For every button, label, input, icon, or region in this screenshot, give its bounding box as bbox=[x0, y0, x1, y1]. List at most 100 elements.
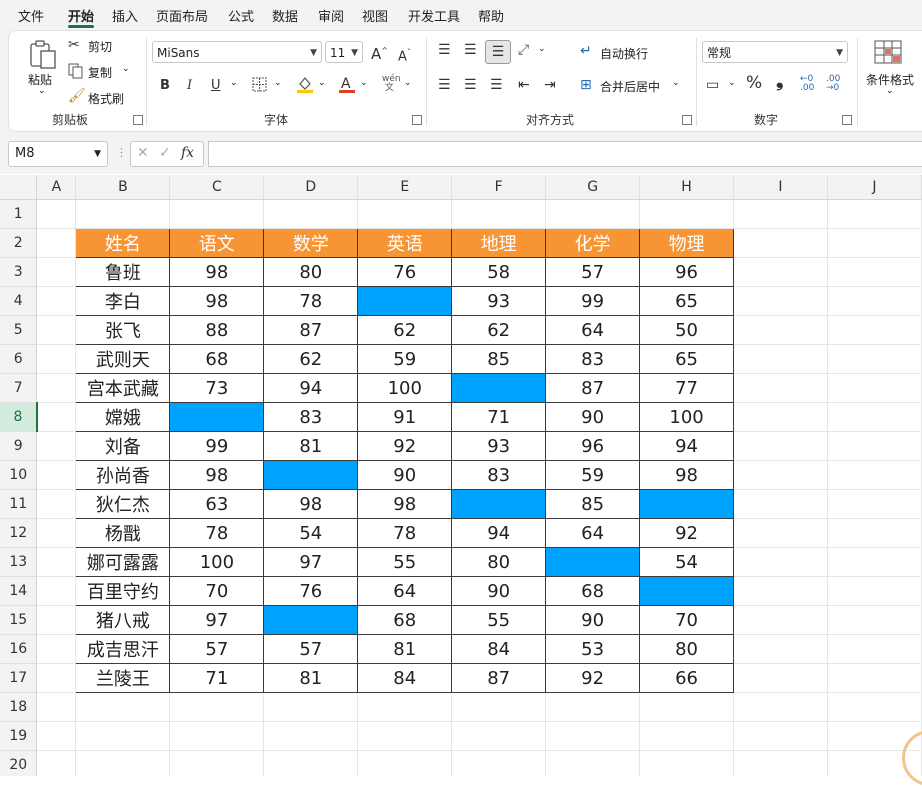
merge-dropdown-icon[interactable]: ⌄ bbox=[672, 78, 680, 88]
font-color-dropdown-icon[interactable]: ⌄ bbox=[360, 78, 368, 88]
row-header[interactable]: 11 bbox=[0, 489, 38, 519]
score-cell[interactable]: 68 bbox=[357, 605, 453, 635]
cell[interactable] bbox=[827, 402, 922, 432]
cell[interactable] bbox=[733, 199, 828, 229]
menu-insert[interactable]: 插入 bbox=[112, 6, 138, 25]
row-header[interactable]: 13 bbox=[0, 547, 38, 577]
conditional-dropdown-icon[interactable]: ⌄ bbox=[886, 86, 894, 96]
cell[interactable] bbox=[827, 605, 922, 635]
cell[interactable] bbox=[75, 692, 171, 722]
cell[interactable] bbox=[827, 692, 922, 722]
cell[interactable] bbox=[545, 692, 641, 722]
increase-font-icon[interactable]: A^ bbox=[371, 43, 388, 62]
cell[interactable] bbox=[357, 199, 453, 229]
score-cell[interactable]: 98 bbox=[357, 489, 453, 519]
table-header-cell[interactable]: 语文 bbox=[169, 228, 265, 258]
cell[interactable] bbox=[75, 721, 171, 751]
select-all-corner[interactable] bbox=[0, 175, 38, 200]
cell[interactable] bbox=[169, 199, 265, 229]
row-header[interactable]: 12 bbox=[0, 518, 38, 548]
cell[interactable] bbox=[263, 750, 359, 776]
row-header[interactable]: 19 bbox=[0, 721, 38, 751]
table-header-cell[interactable]: 英语 bbox=[357, 228, 453, 258]
cell[interactable] bbox=[75, 750, 171, 776]
cell[interactable] bbox=[827, 663, 922, 693]
insert-function-icon[interactable]: fx bbox=[181, 145, 194, 161]
clipboard-launcher-icon[interactable] bbox=[133, 115, 143, 125]
score-cell[interactable]: 70 bbox=[639, 605, 735, 635]
score-cell[interactable]: 93 bbox=[451, 286, 547, 316]
score-cell[interactable]: 57 bbox=[263, 634, 359, 664]
score-cell[interactable]: 59 bbox=[357, 344, 453, 374]
cell[interactable] bbox=[827, 518, 922, 548]
score-cell[interactable]: 98 bbox=[169, 286, 265, 316]
cell[interactable] bbox=[827, 634, 922, 664]
score-cell[interactable]: 96 bbox=[639, 257, 735, 287]
score-cell[interactable]: 63 bbox=[169, 489, 265, 519]
cell[interactable] bbox=[733, 663, 828, 693]
score-cell[interactable]: 66 bbox=[639, 663, 735, 693]
cell[interactable] bbox=[36, 431, 77, 461]
student-name-cell[interactable]: 娜可露露 bbox=[75, 547, 171, 577]
score-cell[interactable]: 65 bbox=[639, 344, 735, 374]
menu-help[interactable]: 帮助 bbox=[478, 6, 504, 25]
align-middle-icon[interactable]: ☰ bbox=[464, 42, 477, 58]
student-name-cell[interactable]: 张飞 bbox=[75, 315, 171, 345]
cell[interactable] bbox=[36, 576, 77, 606]
student-name-cell[interactable]: 鲁班 bbox=[75, 257, 171, 287]
column-header[interactable]: H bbox=[639, 175, 735, 200]
decrease-font-icon[interactable]: Aˇ bbox=[398, 45, 411, 65]
cell[interactable] bbox=[36, 402, 77, 432]
score-cell[interactable]: 98 bbox=[639, 460, 735, 490]
score-cell[interactable]: 84 bbox=[451, 634, 547, 664]
font-launcher-icon[interactable] bbox=[412, 115, 422, 125]
decrease-decimal-icon[interactable]: .00 →0 bbox=[826, 75, 840, 93]
row-header[interactable]: 18 bbox=[0, 692, 38, 722]
score-cell[interactable]: 76 bbox=[263, 576, 359, 606]
blank-cell[interactable] bbox=[357, 286, 453, 316]
accounting-dropdown-icon[interactable]: ⌄ bbox=[728, 78, 736, 88]
score-cell[interactable]: 85 bbox=[545, 489, 641, 519]
score-cell[interactable]: 78 bbox=[169, 518, 265, 548]
cell[interactable] bbox=[36, 750, 77, 776]
increase-decimal-icon[interactable]: ←0.00 bbox=[800, 75, 814, 93]
cell[interactable] bbox=[827, 257, 922, 287]
score-cell[interactable]: 92 bbox=[639, 518, 735, 548]
row-header[interactable]: 10 bbox=[0, 460, 38, 490]
blank-cell[interactable] bbox=[169, 402, 265, 432]
score-cell[interactable]: 94 bbox=[451, 518, 547, 548]
phonetic-icon[interactable]: wén 文 bbox=[382, 75, 401, 93]
borders-dropdown-icon[interactable]: ⌄ bbox=[274, 78, 282, 88]
blank-cell[interactable] bbox=[263, 460, 359, 490]
row-header[interactable]: 4 bbox=[0, 286, 38, 316]
row-header[interactable]: 15 bbox=[0, 605, 38, 635]
font-color-icon[interactable]: A bbox=[338, 74, 356, 94]
blank-cell[interactable] bbox=[451, 373, 547, 403]
cell[interactable] bbox=[827, 228, 922, 258]
copy-icon[interactable] bbox=[68, 63, 84, 79]
cell[interactable] bbox=[639, 692, 735, 722]
score-cell[interactable]: 54 bbox=[639, 547, 735, 577]
align-center-icon[interactable]: ☰ bbox=[464, 77, 477, 93]
cell[interactable] bbox=[357, 692, 453, 722]
copy-dropdown-icon[interactable]: ⌄ bbox=[122, 64, 130, 74]
merge-center-icon[interactable]: ⊞ bbox=[580, 77, 592, 93]
cell[interactable] bbox=[169, 750, 265, 776]
cell[interactable] bbox=[827, 460, 922, 490]
score-cell[interactable]: 80 bbox=[639, 634, 735, 664]
student-name-cell[interactable]: 狄仁杰 bbox=[75, 489, 171, 519]
score-cell[interactable]: 99 bbox=[545, 286, 641, 316]
alignment-launcher-icon[interactable] bbox=[682, 115, 692, 125]
fill-color-dropdown-icon[interactable]: ⌄ bbox=[318, 78, 326, 88]
score-cell[interactable]: 97 bbox=[263, 547, 359, 577]
score-cell[interactable]: 83 bbox=[451, 460, 547, 490]
score-cell[interactable]: 55 bbox=[451, 605, 547, 635]
student-name-cell[interactable]: 刘备 bbox=[75, 431, 171, 461]
cell[interactable] bbox=[36, 460, 77, 490]
table-header-cell[interactable]: 地理 bbox=[451, 228, 547, 258]
cell[interactable] bbox=[36, 663, 77, 693]
cell[interactable] bbox=[733, 547, 828, 577]
table-header-cell[interactable]: 化学 bbox=[545, 228, 641, 258]
table-header-cell[interactable]: 物理 bbox=[639, 228, 735, 258]
score-cell[interactable]: 97 bbox=[169, 605, 265, 635]
